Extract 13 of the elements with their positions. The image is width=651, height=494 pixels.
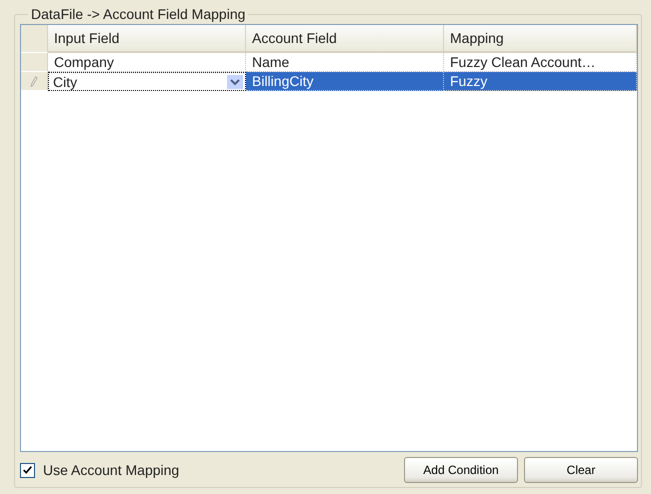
checkbox-label: Use Account Mapping <box>43 462 180 478</box>
column-header[interactable]: Account Field <box>246 25 444 53</box>
column-header[interactable]: Mapping <box>444 25 637 53</box>
table-cell: Fuzzy <box>444 72 637 91</box>
checkmark-icon <box>22 464 33 476</box>
checkbox[interactable] <box>20 462 35 478</box>
table-cell: BillingCity <box>246 72 444 91</box>
action-button[interactable]: Add Condition <box>404 457 518 483</box>
table-cell: Company <box>48 53 246 72</box>
group-title: DataFile -> Account Field Mapping <box>30 6 246 22</box>
column-header[interactable]: Input Field <box>48 25 246 53</box>
action-button[interactable]: Clear <box>524 457 638 483</box>
pencil-icon <box>30 74 38 88</box>
